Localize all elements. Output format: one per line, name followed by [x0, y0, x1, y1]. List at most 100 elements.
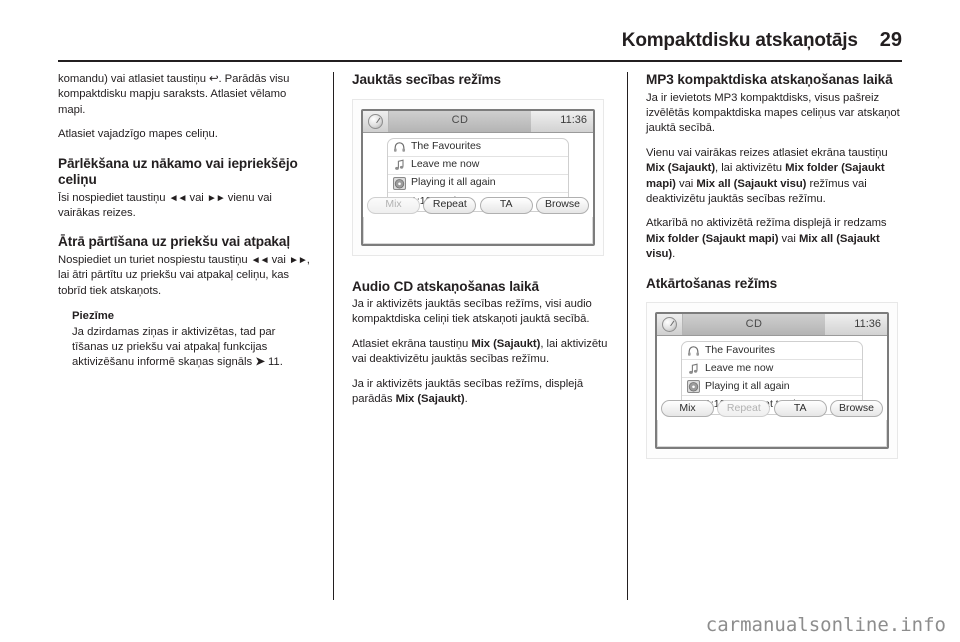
- left-para-3: Īsi nospiediet taustiņu ◄◄ vai ►► vienu …: [58, 191, 314, 222]
- right-para-3: Atkarībā no aktivizētā režīma displejā i…: [646, 216, 902, 262]
- right-para-2-pre: Vienu vai vairākas reizes atlasiet ekrān…: [646, 146, 888, 159]
- left-para-3-mid: vai: [186, 191, 207, 204]
- page-header: Kompaktdisku atskaņotājs 29: [58, 16, 902, 50]
- heading-skip-track: Pārlēkšana uz nākamo vai iepriekšējo cel…: [58, 155, 298, 188]
- heading-audio-cd-playback: Audio CD atskaņošanas laikā: [352, 278, 539, 294]
- screen-body-mix: The Favourites Leave me now Playing it a…: [363, 132, 593, 217]
- music-note-icon: [685, 361, 702, 376]
- rotary-knob-icon: [662, 317, 677, 333]
- column-divider-2: [608, 72, 646, 600]
- screen-titlebar-mix: CD 11:36: [363, 110, 593, 133]
- clock-mix: 11:36: [531, 110, 593, 132]
- list-item[interactable]: Playing it all again: [682, 378, 862, 397]
- source-label-repeat: CD: [683, 314, 825, 336]
- rotary-knob-icon: [368, 113, 383, 129]
- middle-column: Jauktās secības režīms CD 11:36 The Favo…: [352, 72, 608, 600]
- headphones-icon: [391, 140, 408, 155]
- cross-reference-arrow-icon: ➤: [255, 356, 265, 369]
- disc-icon: [685, 379, 702, 394]
- left-para-4-mid: vai: [268, 253, 289, 266]
- column-divider-1: [314, 72, 352, 600]
- list-item-label: Playing it all again: [411, 176, 496, 189]
- knob-indicator-mix: [363, 110, 389, 132]
- softkey-mix[interactable]: Mix: [661, 400, 714, 418]
- heading-mix-mode: Jauktās secības režīms: [352, 72, 501, 87]
- disc-icon: [391, 176, 408, 191]
- softkey-mix[interactable]: Mix: [367, 196, 420, 214]
- softkey-ta[interactable]: TA: [773, 400, 827, 418]
- figure-mix-mode: CD 11:36 The Favourites Leave me now Pla…: [352, 90, 608, 266]
- right-para-3-mid: vai: [778, 232, 799, 245]
- softkey-bar-repeat: Mix Repeat TA Browse: [657, 400, 887, 418]
- heading-mp3-playback: MP3 kompaktdiska atskaņošanas laikā: [646, 72, 893, 87]
- screen-body-repeat: The Favourites Leave me now Playing it a…: [657, 336, 887, 421]
- right-para-1: Ja ir ievietots MP3 kompaktdisks, visus …: [646, 91, 900, 135]
- list-item[interactable]: The Favourites: [388, 139, 568, 157]
- list-item[interactable]: Leave me now: [388, 157, 568, 175]
- middle-para-3-post: .: [464, 393, 468, 406]
- note-body: Ja dzirdamas ziņas ir aktivizētas, tad p…: [72, 325, 314, 371]
- right-para-3-post: .: [672, 248, 676, 261]
- right-para-2-b3: Mix all (Sajaukt visu): [696, 177, 807, 190]
- forward-arrow-icon: ►►: [206, 192, 226, 204]
- rewind-arrow-icon-2: ◄◄: [250, 254, 270, 266]
- right-para-2-mid2: vai: [675, 177, 697, 190]
- list-item-label: The Favourites: [411, 140, 482, 153]
- list-item-label: Leave me now: [411, 158, 480, 171]
- left-para-continuation: komandu) vai atlasiet taustiņu ↩. Parādā…: [58, 73, 290, 116]
- softkey-ta[interactable]: TA: [479, 196, 533, 214]
- infotainment-screen-mix: CD 11:36 The Favourites Leave me now Pla…: [352, 98, 604, 256]
- list-item-label: Leave me now: [705, 361, 774, 374]
- left-column: komandu) vai atlasiet taustiņu ↩. Parādā…: [58, 72, 314, 600]
- softkey-bar-mix: Mix Repeat TA Browse: [363, 196, 593, 214]
- middle-para-3-bold: Mix (Sajaukt): [395, 393, 465, 406]
- source-label-mix: CD: [389, 110, 531, 132]
- infotainment-screen-repeat: CD 11:36 The Favourites Leave me now Pla…: [646, 302, 898, 460]
- middle-para-2-bold: Mix (Sajaukt): [471, 337, 541, 350]
- content-columns: komandu) vai atlasiet taustiņu ↩. Parādā…: [58, 72, 902, 600]
- right-para-3-b1: Mix folder (Sajaukt mapi): [646, 232, 779, 245]
- left-para-4: Nospiediet un turiet nospiestu taustiņu …: [58, 253, 314, 299]
- list-item[interactable]: Playing it all again: [388, 175, 568, 193]
- softkey-browse[interactable]: Browse: [535, 196, 589, 214]
- list-item[interactable]: The Favourites: [682, 342, 862, 361]
- headphones-icon: [685, 343, 702, 358]
- note-block: Piezīme Ja dzirdamas ziņas ir aktivizēta…: [72, 309, 314, 371]
- list-item[interactable]: Leave me now: [682, 360, 862, 379]
- left-para-2: Atlasiet vajadzīgo mapes celiņu.: [58, 128, 218, 141]
- page-number: 29: [879, 29, 902, 51]
- middle-para-3: Ja ir aktivizēts jauktās secības režīms,…: [352, 377, 608, 408]
- list-item-label: Playing it all again: [705, 379, 790, 392]
- forward-arrow-icon-2: ►►: [288, 254, 308, 266]
- screen-mix: CD 11:36 The Favourites Leave me now Pla…: [361, 108, 595, 246]
- clock-repeat: 11:36: [825, 314, 887, 336]
- right-para-3-pre: Atkarībā no aktivizētā režīma displejā i…: [646, 217, 887, 230]
- music-note-icon: [391, 158, 408, 173]
- right-para-2: Vienu vai vairākas reizes atlasiet ekrān…: [646, 146, 902, 208]
- list-item-label: The Favourites: [705, 343, 776, 356]
- softkey-repeat[interactable]: Repeat: [717, 400, 771, 418]
- note-body-text: Ja dzirdamas ziņas ir aktivizētas, tad p…: [72, 325, 276, 369]
- right-para-2-mid1: , lai aktivizētu: [715, 162, 786, 175]
- left-para-3-pre: Īsi nospiediet taustiņu: [58, 191, 169, 204]
- note-ref-page: 11.: [267, 356, 283, 369]
- manual-page: Kompaktdisku atskaņotājs 29 komandu) vai…: [0, 0, 960, 642]
- middle-para-2-pre: Atlasiet ekrāna taustiņu: [352, 337, 472, 350]
- softkey-repeat[interactable]: Repeat: [423, 196, 477, 214]
- screen-repeat: CD 11:36 The Favourites Leave me now Pla…: [655, 312, 889, 450]
- figure-repeat-mode: CD 11:36 The Favourites Leave me now Pla…: [646, 294, 902, 470]
- knob-indicator-repeat: [657, 314, 683, 336]
- heading-repeat-mode: Atkārtošanas režīms: [646, 275, 778, 291]
- middle-para-2: Atlasiet ekrāna taustiņu Mix (Sajaukt), …: [352, 337, 608, 368]
- rewind-arrow-icon: ◄◄: [168, 192, 188, 204]
- heading-fast-seek: Ātrā pārtīšana uz priekšu vai atpakaļ: [58, 234, 291, 250]
- page-title: Kompaktdisku atskaņotājs: [621, 30, 858, 51]
- screen-titlebar-repeat: CD 11:36: [657, 314, 887, 337]
- header-divider: [58, 60, 902, 62]
- right-column: MP3 kompaktdiska atskaņošanas laikā Ja i…: [646, 72, 902, 600]
- note-title: Piezīme: [72, 310, 115, 323]
- softkey-browse[interactable]: Browse: [829, 400, 883, 418]
- middle-para-1: Ja ir aktivizēts jauktās secības režīms,…: [352, 298, 592, 326]
- right-para-2-b1: Mix (Sajaukt): [646, 162, 716, 175]
- left-para-4-pre: Nospiediet un turiet nospiestu taustiņu: [58, 253, 251, 266]
